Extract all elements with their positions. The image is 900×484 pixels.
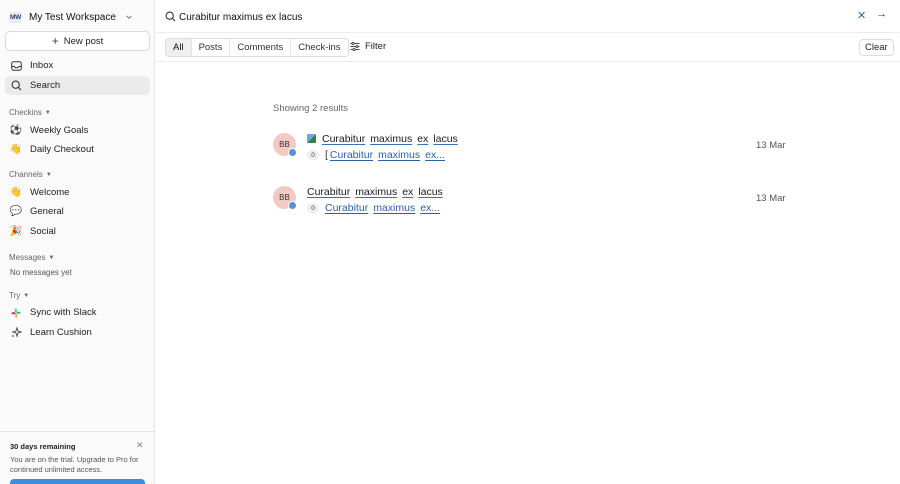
title-word: Curabitur (307, 186, 351, 198)
sidebar-item-label: Learn Cushion (30, 327, 92, 338)
trial-title: 30 days remaining (10, 442, 76, 451)
result-title[interactable]: Curabitur maximus ex lacus (307, 186, 448, 198)
title-word: lacus (418, 186, 443, 198)
inbox-icon (10, 60, 22, 72)
snippet-prefix: [ (325, 149, 328, 161)
workspace-switcher[interactable]: MW My Test Workspace (9, 9, 133, 25)
checkins-section-toggle[interactable]: Checkins ▼ (9, 108, 51, 117)
sidebar-item-learn-cushion[interactable]: Learn Cushion (5, 323, 150, 342)
sidebar-item-label: Inbox (30, 60, 54, 71)
result-title[interactable]: Curabitur maximus ex lacus (322, 133, 463, 145)
search-result[interactable]: BB Curabitur maximus ex lacus 0 [ Curabitur… (273, 133, 788, 169)
comment-count: 0 (307, 150, 319, 160)
sidebar-item-label: Search (30, 80, 61, 91)
filter-label: Filter (365, 41, 387, 52)
sidebar-item-sync-slack[interactable]: Sync with Slack (5, 303, 150, 322)
sidebar-item-welcome[interactable]: 👋 Welcome (5, 183, 150, 202)
no-messages-text: No messages yet (10, 268, 72, 277)
sparkle-icon (10, 327, 22, 339)
workspace-name: My Test Workspace (29, 11, 116, 23)
snippet-word: maximus (373, 202, 416, 214)
section-label: Checkins (9, 108, 42, 117)
clear-search-icon[interactable]: ✕ (857, 9, 866, 22)
arrow-right-icon[interactable]: → (876, 8, 887, 20)
result-type-tabs: All Posts Comments Check-ins (165, 38, 349, 57)
section-label: Channels (9, 170, 43, 179)
sidebar-item-weekly-goals[interactable]: ⚽ Weekly Goals (5, 121, 150, 140)
sidebar-item-inbox[interactable]: Inbox (5, 56, 150, 75)
channels-section-toggle[interactable]: Channels ▼ (9, 170, 52, 179)
search-icon (165, 11, 176, 22)
results-summary: Showing 2 results (273, 103, 348, 114)
speech-bubble-icon: 💬 (9, 206, 23, 217)
workspace-logo: MW (9, 11, 22, 23)
close-icon[interactable]: ✕ (136, 440, 144, 451)
title-word: ex (402, 186, 414, 198)
snippet-word: ex... (425, 149, 445, 161)
sidebar-item-daily-checkout[interactable]: 👋 Daily Checkout (5, 140, 150, 159)
search-icon (10, 80, 22, 92)
soccer-ball-icon: ⚽ (9, 125, 23, 136)
chevron-down-icon (126, 15, 132, 20)
sidebar-item-label: Social (30, 226, 56, 237)
snippet-word: ex... (420, 202, 441, 214)
section-label: Try (9, 291, 21, 300)
waving-hand-icon: 👋 (9, 144, 23, 155)
sidebar-item-label: Weekly Goals (30, 125, 89, 136)
tab-comments[interactable]: Comments (230, 39, 292, 56)
caret-down-icon: ▼ (23, 292, 30, 299)
filter-bar: All Posts Comments Check-ins Filter Clea… (155, 34, 900, 62)
sidebar-item-label: General (30, 206, 64, 217)
status-badge (288, 201, 297, 210)
sidebar-item-social[interactable]: 🎉 Social (5, 222, 150, 241)
title-word: maximus (355, 186, 398, 198)
filter-icon (350, 42, 360, 51)
comment-count: 0 (307, 203, 319, 213)
result-date: 13 Mar (756, 193, 786, 204)
sidebar: MW My Test Workspace + New post Inbox Se… (0, 0, 155, 484)
snippet-word: Curabitur (325, 202, 369, 214)
tab-posts[interactable]: Posts (191, 39, 231, 56)
title-word: lacus (433, 133, 458, 145)
party-popper-icon: 🎉 (9, 226, 23, 237)
caret-down-icon: ▼ (48, 254, 55, 261)
clear-button[interactable]: Clear (859, 39, 894, 56)
search-result[interactable]: BB Curabitur maximus ex lacus 0 Curabitur ma… (273, 186, 788, 222)
trial-banner: 30 days remaining ✕ You are on the trial… (0, 431, 154, 484)
filter-button[interactable]: Filter (350, 41, 386, 52)
search-input[interactable] (179, 9, 779, 25)
caret-down-icon: ▼ (44, 109, 51, 116)
search-bar: ✕ → (155, 0, 900, 33)
tab-all[interactable]: All (166, 39, 192, 56)
tab-check-ins[interactable]: Check-ins (291, 39, 348, 56)
result-snippet: 0 Curabitur maximus ex... (307, 202, 445, 214)
try-section-toggle[interactable]: Try ▼ (9, 291, 29, 300)
sidebar-item-label: Sync with Slack (30, 307, 97, 318)
slack-icon (10, 307, 22, 319)
sidebar-item-search[interactable]: Search (5, 76, 150, 95)
messages-section-toggle[interactable]: Messages ▼ (9, 253, 54, 262)
snippet-word: Curabitur (329, 149, 374, 161)
sidebar-item-general[interactable]: 💬 General (5, 202, 150, 221)
status-badge (288, 148, 297, 157)
new-post-button[interactable]: + New post (5, 31, 150, 51)
new-post-label: New post (63, 35, 104, 47)
result-snippet: 0 [ Curabitur maximus ex... (307, 149, 450, 161)
snippet-word: maximus (378, 149, 421, 161)
result-date: 13 Mar (756, 140, 786, 151)
trial-body: You are on the trial. Upgrade to Pro for… (10, 455, 139, 474)
sidebar-item-label: Welcome (30, 187, 70, 198)
upgrade-button[interactable] (10, 479, 145, 484)
image-thumbnail-icon (307, 134, 316, 143)
sidebar-item-label: Daily Checkout (30, 144, 94, 155)
title-word: maximus (370, 133, 413, 145)
plus-icon: + (51, 34, 59, 48)
section-label: Messages (9, 253, 46, 262)
waving-hand-icon: 👋 (9, 187, 23, 198)
title-word: Curabitur (322, 133, 366, 145)
title-word: ex (417, 133, 429, 145)
caret-down-icon: ▼ (45, 171, 52, 178)
